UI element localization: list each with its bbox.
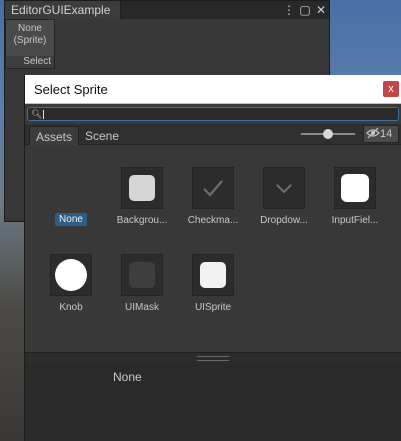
search-input[interactable]: 🔍︎ [27, 107, 399, 121]
eye-slash-icon [366, 126, 380, 142]
sprite-item-checkmark[interactable]: Checkma... [180, 167, 246, 226]
drag-handle-icon[interactable] [197, 356, 229, 361]
zoom-slider-thumb[interactable] [323, 129, 333, 139]
sprite-thumbnail [263, 167, 305, 209]
sprite-item-label: Dropdow... [260, 215, 308, 226]
sprite-item-dropdown[interactable]: Dropdow... [251, 167, 317, 226]
editor-tab[interactable]: EditorGUIExample [5, 1, 121, 19]
rounded-square-icon [129, 175, 155, 201]
sprite-select-button[interactable]: Select [6, 56, 54, 68]
desktop-background: EditorGUIExample ⋮ ▢ ✕ None (Sprite) Sel… [0, 0, 401, 441]
dialog-title: Select Sprite [34, 82, 108, 97]
sprite-grid: None Backgrou... Checkma... Dropdow... I… [25, 146, 401, 352]
dialog-close-button[interactable]: x [383, 81, 399, 97]
zoom-slider[interactable] [301, 129, 355, 139]
window-controls: ⋮ ▢ ✕ [283, 1, 327, 19]
hidden-count: 14 [380, 128, 393, 140]
rounded-square-icon [200, 262, 226, 288]
sprite-thumbnail [121, 167, 163, 209]
sprite-item-label: UISprite [194, 302, 232, 313]
sprite-field-value: None (Sprite) [13, 23, 47, 46]
sprite-thumbnail [192, 254, 234, 296]
sprite-thumbnail [334, 167, 376, 209]
sprite-thumbnail [121, 254, 163, 296]
sprite-item-label: InputFiel... [331, 215, 379, 226]
sprite-item-uisprite[interactable]: UISprite [180, 254, 246, 313]
sprite-thumbnail [192, 167, 234, 209]
editor-tab-bar: EditorGUIExample ⋮ ▢ ✕ [5, 1, 329, 19]
sprite-item-label: None [55, 213, 87, 226]
sprite-item-label: Backgrou... [116, 215, 168, 226]
select-sprite-dialog: Select Sprite x 🔍︎ Assets Scene 14 None … [24, 75, 401, 441]
chevron-down-icon [276, 184, 292, 194]
sprite-item-label: Knob [59, 302, 83, 313]
close-icon[interactable]: ✕ [315, 3, 327, 17]
tab-assets[interactable]: Assets [29, 126, 80, 145]
sprite-object-field[interactable]: None (Sprite) Select [5, 19, 55, 69]
search-icon: 🔍︎ [31, 109, 43, 119]
sprite-item-uimask[interactable]: UIMask [109, 254, 175, 313]
text-caret [43, 110, 44, 119]
sprite-item-none[interactable]: None [38, 213, 104, 226]
sprite-thumbnail [50, 254, 92, 296]
rounded-square-icon [129, 262, 155, 288]
preview-splitter[interactable] [25, 352, 401, 364]
tab-scene[interactable]: Scene [79, 126, 125, 145]
sprite-item-inputfield[interactable]: InputFiel... [322, 167, 388, 226]
maximize-icon[interactable]: ▢ [299, 3, 311, 17]
sprite-item-background[interactable]: Backgrou... [109, 167, 175, 226]
sprite-item-knob[interactable]: Knob [38, 254, 104, 313]
preview-selection-name: None [113, 370, 142, 384]
dialog-title-bar: Select Sprite x [25, 75, 401, 104]
sprite-item-label: Checkma... [187, 215, 239, 226]
more-options-icon[interactable]: ⋮ [283, 3, 295, 17]
rounded-square-icon [341, 174, 369, 202]
circle-icon [55, 259, 87, 291]
sprite-item-label: UIMask [125, 302, 159, 313]
checkmark-icon [203, 180, 223, 197]
hidden-packages-toggle[interactable]: 14 [363, 125, 399, 143]
tab-bar: Assets Scene 14 [25, 124, 401, 145]
preview-pane: None [25, 364, 401, 441]
search-row: 🔍︎ [25, 104, 401, 124]
